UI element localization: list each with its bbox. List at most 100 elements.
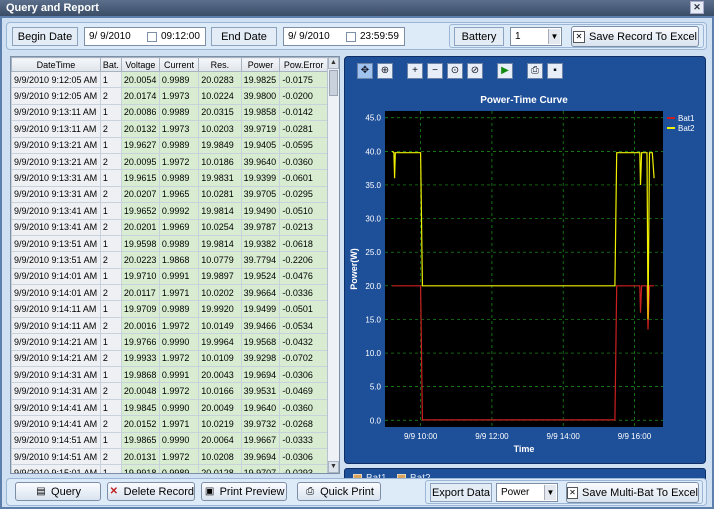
cell-power: 19.9640: [240, 398, 281, 417]
begin-datetime-field[interactable]: 9/ 9/2010 09:12:00: [84, 27, 206, 46]
table-row[interactable]: 9/9/2010 9:15:01 AM 1 19.9918 0.9989 20.0128…: [11, 464, 328, 473]
cell-res: 20.0043: [198, 366, 242, 384]
table-row[interactable]: 9/9/2010 9:13:51 AM 2 20.0223 1.9868 10.0779…: [11, 251, 328, 269]
scroll-down-icon[interactable]: ▼: [328, 461, 339, 473]
cell-current: 1.9972: [158, 382, 200, 400]
column-header-pow-error[interactable]: Pow.Error: [279, 57, 328, 72]
column-header-bat[interactable]: Bat.: [99, 57, 122, 72]
end-time-checkbox[interactable]: [346, 31, 356, 42]
cell-voltage: 20.0131: [120, 447, 160, 466]
table-row[interactable]: 9/9/2010 9:13:31 AM 2 20.0207 1.9965 10.0281…: [11, 185, 328, 204]
printer-icon: ⎙: [306, 485, 315, 497]
table-row[interactable]: 9/9/2010 9:14:51 AM 2 20.0131 1.9972 10.0208…: [11, 447, 328, 466]
play-icon[interactable]: ▶: [497, 63, 513, 79]
table-row[interactable]: 9/9/2010 9:12:05 AM 2 20.0174 1.9973 10.0224…: [11, 87, 328, 105]
export-type-select[interactable]: Power ▼: [496, 483, 558, 502]
table-row[interactable]: 9/9/2010 9:13:21 AM 1 19.9627 0.9989 19.9849…: [11, 136, 328, 154]
zoom-fit-icon[interactable]: ⊙: [447, 63, 463, 79]
cell-bat: 2: [99, 382, 122, 400]
table-row[interactable]: 9/9/2010 9:12:05 AM 1 20.0054 0.9989 20.0283…: [11, 70, 328, 89]
save-record-excel-button[interactable]: ✕ Save Record To Excel: [571, 26, 699, 47]
cell-res: 19.9964: [198, 333, 242, 351]
battery-group: Battery 1 ▼ ✕ Save Record To Excel: [449, 24, 704, 48]
table-row[interactable]: 9/9/2010 9:13:41 AM 2 20.0201 1.9969 10.0254…: [11, 218, 328, 236]
quick-print-button[interactable]: ⎙ Quick Print: [297, 482, 381, 501]
column-header-voltage[interactable]: Voltage: [120, 57, 160, 72]
window-title-bar: Query and Report ✕: [0, 0, 714, 16]
table-row[interactable]: 9/9/2010 9:14:41 AM 1 19.9845 0.9990 20.0049…: [11, 398, 328, 417]
zoom-tool-icon[interactable]: ⊕: [377, 63, 393, 79]
table-row[interactable]: 9/9/2010 9:13:41 AM 1 19.9652 0.9992 19.9814…: [11, 202, 328, 220]
cell-bat: 1: [99, 431, 122, 449]
table-row[interactable]: 9/9/2010 9:13:31 AM 1 19.9615 0.9989 19.9831…: [11, 169, 328, 187]
table-row[interactable]: 9/9/2010 9:14:51 AM 1 19.9865 0.9990 20.0064…: [11, 431, 328, 449]
x-tick-label: 9/9 12:00: [475, 432, 509, 441]
cell-current: 1.9972: [158, 447, 200, 466]
begin-time-checkbox[interactable]: [147, 31, 157, 42]
column-header-power[interactable]: Power: [240, 57, 281, 72]
cell-bat: 1: [99, 300, 122, 318]
cell-power: 39.9800: [240, 87, 281, 105]
cell-pow-error: -0.0333: [279, 431, 328, 449]
cell-pow-error: -0.0534: [279, 316, 328, 335]
zoom-reset-icon[interactable]: ⊘: [467, 63, 483, 79]
power-time-chart[interactable]: Power-Time Curve 45.0 40.0 35.0 30.0 25.0 20.0…: [345, 83, 705, 453]
save-icon[interactable]: ▪: [547, 63, 563, 79]
cell-datetime: 9/9/2010 9:13:21 AM: [11, 136, 101, 154]
scroll-up-icon[interactable]: ▲: [328, 57, 339, 69]
records-table[interactable]: DateTime Bat. Voltage Current Res. Power…: [10, 56, 340, 474]
cell-bat: 2: [99, 447, 122, 466]
delete-record-button[interactable]: ✕ Delete Record: [107, 482, 195, 501]
table-row[interactable]: 9/9/2010 9:14:31 AM 1 19.9868 0.9991 20.0043…: [11, 366, 328, 384]
cell-voltage: 19.9868: [120, 366, 160, 384]
cell-power: 39.9298: [240, 349, 281, 368]
cell-pow-error: -0.0601: [279, 169, 328, 187]
table-row[interactable]: 9/9/2010 9:14:11 AM 2 20.0016 1.9972 10.0149…: [11, 316, 328, 335]
cell-bat: 1: [99, 366, 122, 384]
table-row[interactable]: 9/9/2010 9:14:01 AM 1 19.9710 0.9991 19.9897…: [11, 267, 328, 286]
cell-current: 0.9989: [158, 136, 200, 154]
column-header-datetime[interactable]: DateTime: [11, 57, 101, 72]
print-preview-button[interactable]: ▣ Print Preview: [201, 482, 287, 501]
table-row[interactable]: 9/9/2010 9:14:21 AM 1 19.9766 0.9990 19.9964…: [11, 333, 328, 351]
end-datetime-field[interactable]: 9/ 9/2010 23:59:59: [283, 27, 405, 46]
chevron-down-icon[interactable]: ▼: [544, 485, 556, 500]
table-row[interactable]: 9/9/2010 9:14:11 AM 1 19.9709 0.9989 19.9920…: [11, 300, 328, 318]
table-row[interactable]: 9/9/2010 9:13:11 AM 1 20.0086 0.9989 20.0315…: [11, 103, 328, 122]
table-row[interactable]: 9/9/2010 9:14:31 AM 2 20.0048 1.9972 10.0166…: [11, 382, 328, 400]
query-button[interactable]: ▤ Query: [15, 482, 101, 501]
cell-datetime: 9/9/2010 9:14:41 AM: [11, 398, 101, 417]
cell-res: 10.0208: [198, 447, 242, 466]
column-header-res[interactable]: Res.: [198, 57, 242, 72]
filter-toolbar: Begin Date 9/ 9/2010 09:12:00 End Date 9…: [6, 22, 707, 50]
table-row[interactable]: 9/9/2010 9:13:11 AM 2 20.0132 1.9973 10.0203…: [11, 120, 328, 138]
cell-datetime: 9/9/2010 9:13:11 AM: [11, 103, 101, 122]
battery-select[interactable]: 1 ▼: [510, 27, 562, 46]
export-type-value: Power: [501, 487, 530, 498]
print-icon[interactable]: ⎙: [527, 63, 543, 79]
table-scrollbar[interactable]: ▲ ▼: [327, 57, 339, 473]
cell-power: 19.9568: [240, 333, 281, 351]
select-tool-icon[interactable]: ✥: [357, 63, 373, 79]
column-header-current[interactable]: Current: [158, 57, 200, 72]
table-row[interactable]: 9/9/2010 9:13:21 AM 2 20.0095 1.9972 10.0186…: [11, 152, 328, 171]
cell-res: 10.0203: [198, 120, 242, 138]
table-row[interactable]: 9/9/2010 9:14:41 AM 2 20.0152 1.9971 10.0219…: [11, 415, 328, 433]
table-row[interactable]: 9/9/2010 9:14:01 AM 2 20.0117 1.9971 10.0202…: [11, 284, 328, 302]
cell-pow-error: -0.0295: [279, 185, 328, 204]
export-data-label: Export Data: [430, 483, 492, 502]
save-multi-bat-excel-button[interactable]: ✕ Save Multi-Bat To Excel: [566, 482, 699, 503]
scroll-thumb[interactable]: [329, 70, 338, 96]
cell-current: 0.9990: [158, 333, 200, 351]
plot-area[interactable]: [385, 111, 663, 427]
cell-datetime: 9/9/2010 9:14:31 AM: [11, 382, 101, 400]
chevron-down-icon[interactable]: ▼: [548, 29, 560, 44]
cell-current: 1.9969: [158, 218, 200, 236]
begin-date-label: Begin Date: [12, 27, 78, 46]
table-row[interactable]: 9/9/2010 9:13:51 AM 1 19.9598 0.9989 19.9814…: [11, 234, 328, 253]
zoom-in-icon[interactable]: +: [407, 63, 423, 79]
cell-voltage: 20.0207: [120, 185, 160, 204]
table-row[interactable]: 9/9/2010 9:14:21 AM 2 19.9933 1.9972 10.0109…: [11, 349, 328, 368]
close-icon[interactable]: ✕: [690, 1, 704, 14]
zoom-out-icon[interactable]: −: [427, 63, 443, 79]
